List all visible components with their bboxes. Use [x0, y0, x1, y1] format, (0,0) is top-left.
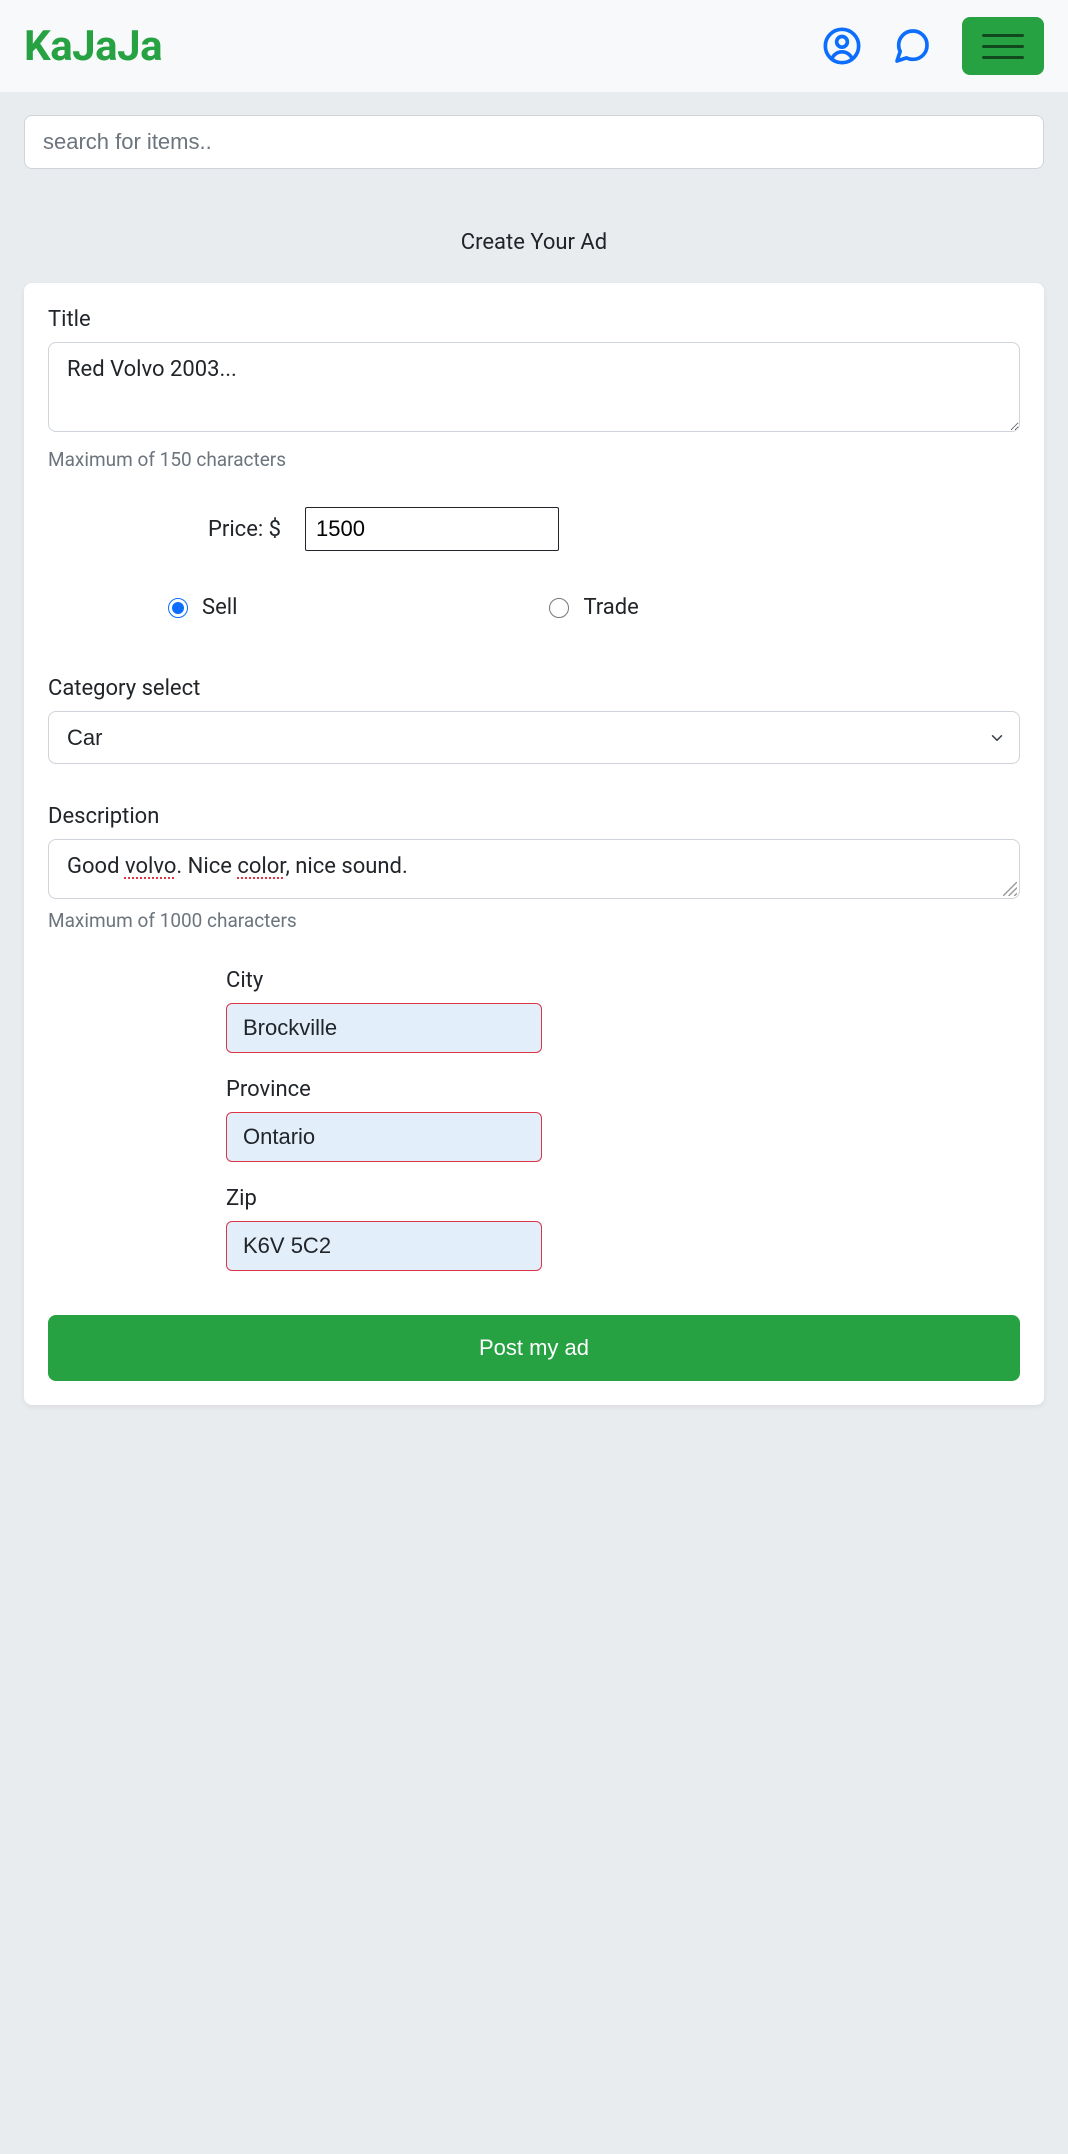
search-container [0, 92, 1068, 169]
title-textarea[interactable]: Red Volvo 2003... [48, 342, 1020, 432]
user-icon[interactable] [822, 26, 862, 66]
description-label: Description [48, 804, 1020, 829]
category-select[interactable]: Car [48, 711, 1020, 764]
menu-toggle-button[interactable] [962, 17, 1044, 75]
zip-field: Zip [226, 1186, 1020, 1271]
zip-label: Zip [226, 1186, 1020, 1211]
create-ad-card: Title Red Volvo 2003... Maximum of 150 c… [24, 283, 1044, 1405]
province-field: Province [226, 1077, 1020, 1162]
zip-input[interactable] [226, 1221, 542, 1271]
sell-radio-label[interactable]: Sell [202, 595, 237, 620]
post-ad-button[interactable]: Post my ad [48, 1315, 1020, 1381]
category-block: Category select Car [48, 676, 1020, 764]
province-input[interactable] [226, 1112, 542, 1162]
city-input[interactable] [226, 1003, 542, 1053]
transaction-type-row: Sell Trade [48, 595, 1020, 620]
price-label: Price: $ [208, 517, 281, 542]
sell-radio[interactable] [168, 598, 188, 618]
trade-radio-label[interactable]: Trade [583, 595, 638, 620]
description-block: Description Good volvo. Nice color, nice… [48, 804, 1020, 932]
resize-handle-icon [1003, 882, 1017, 896]
title-label: Title [48, 307, 1020, 332]
trade-radio-item: Trade [549, 595, 638, 620]
search-input[interactable] [24, 115, 1044, 169]
city-label: City [226, 968, 1020, 993]
price-input[interactable] [305, 507, 559, 551]
location-block: City Province Zip [48, 968, 1020, 1271]
category-label: Category select [48, 676, 1020, 701]
description-textarea[interactable]: Good volvo. Nice color, nice sound. [48, 839, 1020, 899]
city-field: City [226, 968, 1020, 1053]
navbar: KaJaJa [0, 0, 1068, 92]
sell-radio-item: Sell [168, 595, 237, 620]
page-title: Create Your Ad [0, 169, 1068, 283]
description-help: Maximum of 1000 characters [48, 909, 1020, 932]
trade-radio[interactable] [549, 598, 569, 618]
title-help: Maximum of 150 characters [48, 448, 1020, 471]
price-row: Price: $ [48, 507, 1020, 551]
nav-right [822, 17, 1044, 75]
province-label: Province [226, 1077, 1020, 1102]
chat-icon[interactable] [890, 26, 934, 66]
brand-logo[interactable]: KaJaJa [24, 22, 162, 71]
